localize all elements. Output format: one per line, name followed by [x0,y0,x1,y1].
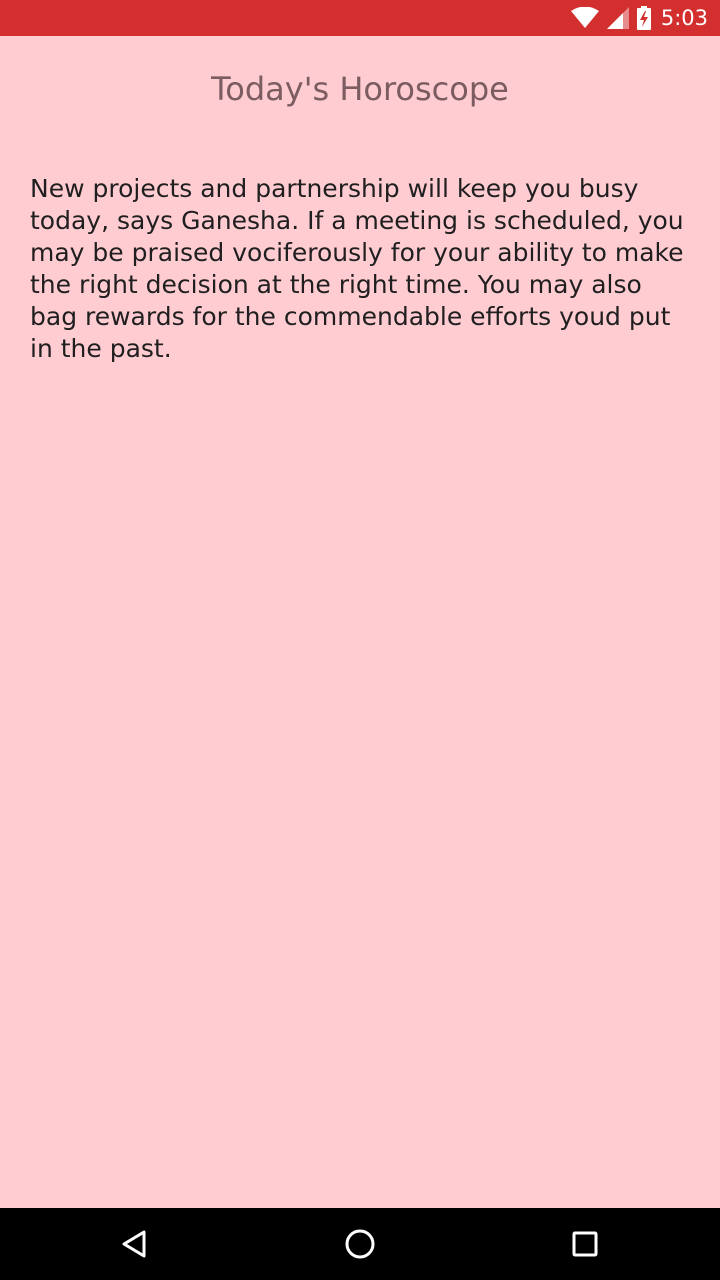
recents-icon [572,1231,598,1257]
wifi-icon [570,7,599,29]
horoscope-screen: Today's Horoscope New projects and partn… [0,36,720,1208]
back-icon [122,1230,146,1258]
status-icons: 5:03 [570,0,708,36]
recents-button[interactable] [549,1208,621,1280]
cell-signal-icon [606,7,629,29]
status-time: 5:03 [660,6,708,30]
home-icon [345,1229,375,1259]
horoscope-text: New projects and partnership will keep y… [30,174,684,363]
page-title: Today's Horoscope [211,70,509,108]
status-bar: 5:03 [0,0,720,36]
home-button[interactable] [324,1208,396,1280]
back-button[interactable] [99,1208,171,1280]
battery-charging-icon [636,6,651,30]
navigation-bar [0,1208,720,1280]
